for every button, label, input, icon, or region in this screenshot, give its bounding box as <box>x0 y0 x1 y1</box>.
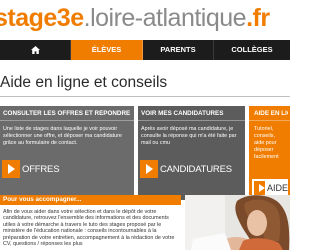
card-divider <box>0 120 134 121</box>
nav-parents[interactable]: PARENTS <box>143 40 214 60</box>
card-title: CONSULTER LES OFFRES ET RÉPONDRE <box>3 110 131 117</box>
nav-colleges[interactable]: COLLÈGES <box>214 40 290 60</box>
card-description: Tutoriel, conseils, aide pour déposer fa… <box>254 126 279 160</box>
card-aide: AIDE EN LIGNE Tutoriel, conseils, aide p… <box>249 106 290 200</box>
offres-button-label: OFFRES <box>22 163 60 175</box>
aide-button-label: AIDE <box>266 183 288 193</box>
site-logo[interactable]: stage3e.loire-atlantique.fr <box>0 3 290 33</box>
arrow-right-icon <box>2 160 20 178</box>
card-candidatures: VOIR MES CANDIDATURES Après avoir déposé… <box>138 106 245 200</box>
home-icon <box>30 46 40 54</box>
logo-text-domain: .loire-atlantique <box>83 4 247 32</box>
accompany-text: Afin de vous aider dans votre sélection … <box>3 209 175 248</box>
candidatures-button[interactable]: CANDIDATURES <box>140 160 232 178</box>
card-description: Après avoir déposé ma candidature, je co… <box>141 126 237 146</box>
arrow-right-icon <box>140 160 158 178</box>
card-divider <box>249 120 290 121</box>
offres-button[interactable]: OFFRES <box>2 160 60 178</box>
card-divider <box>138 120 245 121</box>
student-photo <box>185 195 290 250</box>
card-description: Une liste de stages dans laquelle je voi… <box>3 126 122 146</box>
arrow-right-icon <box>254 180 265 196</box>
accompany-heading-bar: Pour vous accompagner... <box>0 195 181 205</box>
logo-text-stage3e: stage3e <box>0 4 84 32</box>
candidatures-button-label: CANDIDATURES <box>160 163 232 175</box>
main-nav: ÉLÈVES PARENTS COLLÈGES <box>0 40 290 60</box>
nav-home[interactable] <box>0 40 71 60</box>
page-title: Aide en ligne et conseils <box>0 74 168 91</box>
logo-text-tld: .fr <box>246 4 270 32</box>
nav-eleves[interactable]: ÉLÈVES <box>71 40 143 60</box>
title-divider <box>0 96 290 97</box>
accompany-heading: Pour vous accompagner... <box>3 196 82 203</box>
card-title: AIDE EN LIGNE <box>254 110 288 117</box>
card-title: VOIR MES CANDIDATURES <box>141 110 224 117</box>
card-offres: CONSULTER LES OFFRES ET RÉPONDRE Une lis… <box>0 106 134 200</box>
